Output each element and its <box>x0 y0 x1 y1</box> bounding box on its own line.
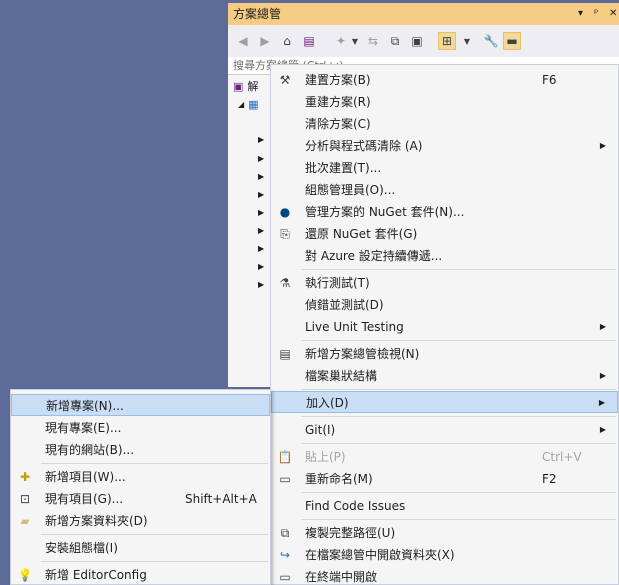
submenu-existing-item[interactable]: ⊡ 現有項目(G)... Shift+Alt+A <box>11 488 270 510</box>
menu-separator <box>301 443 616 444</box>
menu-analyze-code-cleanup[interactable]: 分析與程式碼清除 (A) ▶ <box>271 135 618 157</box>
expand-arrow-icon[interactable]: ▶ <box>258 244 266 254</box>
menu-copy-full-path[interactable]: ⧉ 複製完整路徑(U) <box>271 522 618 544</box>
tree-root-label: 解 <box>247 80 259 93</box>
menu-configuration-manager[interactable]: 組態管理員(O)... <box>271 179 618 201</box>
menu-build-solution[interactable]: ⚒ 建置方案(B) F6 <box>271 69 618 91</box>
panel-title: 方案總管 <box>233 7 282 21</box>
expand-arrow-icon[interactable]: ▶ <box>258 135 266 145</box>
submenu-arrow-icon: ▶ <box>599 425 606 434</box>
menu-open-in-terminal[interactable]: ▭ 在終端中開啟 <box>271 566 618 585</box>
expand-arrow-icon[interactable]: ▶ <box>258 226 266 236</box>
menu-git[interactable]: Git(I) ▶ <box>271 419 618 441</box>
menu-restore-nuget[interactable]: ⎘ 還原 NuGet 套件(G) <box>271 223 618 245</box>
copy-icon: ⧉ <box>280 526 290 540</box>
menu-run-tests[interactable]: ⚗ 執行測試(T) <box>271 272 618 294</box>
menu-separator <box>301 389 616 390</box>
filter-dropdown-icon[interactable]: ▼ <box>346 32 364 50</box>
expand-arrow-icon[interactable]: ▶ <box>258 208 266 218</box>
submenu-new-editorconfig[interactable]: 💡 新增 EditorConfig <box>11 564 270 585</box>
menu-open-folder-explorer[interactable]: ↪ 在檔案總管中開啟資料夾(X) <box>271 544 618 566</box>
solution-icon: ▣ <box>233 79 244 93</box>
paste-icon: 📋 <box>277 450 293 464</box>
tree-view-dropdown-icon[interactable]: ▼ <box>458 32 476 50</box>
submenu-install-config[interactable]: 安裝組態檔(I) <box>11 537 270 559</box>
nuget-icon: ● <box>279 205 291 219</box>
menu-add[interactable]: 加入(D) ▶ <box>271 391 618 413</box>
solution-context-menu: ⚒ 建置方案(B) F6 重建方案(R) 清除方案(C) 分析與程式碼清除 (A… <box>270 64 619 585</box>
menu-batch-build[interactable]: 批次建置(T)... <box>271 157 618 179</box>
menu-separator <box>41 463 268 464</box>
submenu-new-project[interactable]: 新增專案(N)... <box>11 394 270 416</box>
menu-separator <box>301 269 616 270</box>
existing-item-icon: ⊡ <box>19 492 31 506</box>
forward-icon[interactable]: ▶ <box>256 32 274 50</box>
solution-explorer-titlebar: 方案總管 ▾ ᵖ ✕ <box>228 3 619 25</box>
menu-find-code-issues[interactable]: Find Code Issues <box>271 495 618 517</box>
new-item-icon: ✚ <box>19 470 31 484</box>
submenu-existing-website[interactable]: 現有的網站(B)... <box>11 439 270 461</box>
menu-live-unit-testing[interactable]: Live Unit Testing ▶ <box>271 316 618 338</box>
tree-view-icon[interactable]: ⊞ <box>438 32 456 50</box>
menu-rebuild-solution[interactable]: 重建方案(R) <box>271 91 618 113</box>
new-view-icon: ▤ <box>279 347 291 361</box>
expand-arrow-icon[interactable]: ▶ <box>258 172 266 182</box>
preview-selected-icon[interactable]: ▬ <box>503 32 521 50</box>
window-position-dropdown-icon[interactable]: ▾ <box>578 3 583 25</box>
menu-new-explorer-view[interactable]: ▤ 新增方案總管檢視(N) <box>271 343 618 365</box>
submenu-new-item[interactable]: ✚ 新增項目(W)... <box>11 466 270 488</box>
menu-clean-solution[interactable]: 清除方案(C) <box>271 113 618 135</box>
home-icon[interactable]: ⌂ <box>278 32 296 50</box>
menu-separator <box>301 492 616 493</box>
add-submenu: 新增專案(N)... 現有專案(E)... 現有的網站(B)... ✚ 新增項目… <box>10 389 271 585</box>
menu-manage-nuget[interactable]: ● 管理方案的 NuGet 套件(N)... <box>271 201 618 223</box>
open-folder-icon: ↪ <box>279 548 291 562</box>
submenu-arrow-icon: ▶ <box>599 141 606 150</box>
menu-separator <box>41 561 268 562</box>
menu-separator <box>301 519 616 520</box>
project-icon: ▦ <box>248 97 259 111</box>
properties-wrench-icon[interactable]: 🔧 <box>482 32 500 50</box>
menu-paste[interactable]: 📋 貼上(P) Ctrl+V <box>271 446 618 468</box>
menu-debug-tests[interactable]: 偵錯並測試(D) <box>271 294 618 316</box>
pin-icon[interactable]: ᵖ <box>594 3 598 25</box>
sync-icon[interactable]: ⇆ <box>364 32 382 50</box>
show-all-files-icon[interactable]: ▣ <box>408 32 426 50</box>
solution-folder-icon: ▰ <box>20 514 30 528</box>
switch-views-icon[interactable]: ▤ <box>300 32 318 50</box>
lightbulb-icon: 💡 <box>17 568 33 582</box>
test-flask-icon: ⚗ <box>279 276 291 290</box>
expand-arrow-icon[interactable]: ▶ <box>258 154 266 164</box>
menu-separator <box>301 416 616 417</box>
expand-arrow-icon[interactable]: ▶ <box>258 262 266 272</box>
submenu-arrow-icon: ▶ <box>599 322 606 331</box>
expand-arrow-icon[interactable]: ▶ <box>258 280 266 290</box>
menu-file-nesting[interactable]: 檔案巢狀結構 ▶ <box>271 365 618 387</box>
menu-separator <box>41 534 268 535</box>
expanded-triangle-icon: ◢ <box>238 99 245 109</box>
back-icon[interactable]: ◀ <box>234 32 252 50</box>
solution-explorer-toolbar: ◀ ▶ ⌂ ▤ ✦ ▼ ⇆ ⧉ ▣ ⊞ ▼ 🔧 ▬ <box>228 25 619 57</box>
tree-root-row[interactable]: ▣ 解 <box>233 77 258 95</box>
collapse-all-icon[interactable]: ⧉ <box>386 32 404 50</box>
rename-icon: ▭ <box>279 472 291 486</box>
menu-separator <box>301 340 616 341</box>
submenu-arrow-icon: ▶ <box>598 398 605 407</box>
submenu-new-solution-folder[interactable]: ▰ 新增方案資料夾(D) <box>11 510 270 532</box>
submenu-arrow-icon: ▶ <box>599 371 606 380</box>
close-icon[interactable]: ✕ <box>609 3 617 25</box>
expand-arrow-icon[interactable]: ▶ <box>258 190 266 200</box>
menu-azure-continuous-delivery[interactable]: 對 Azure 設定持續傳遞... <box>271 245 618 267</box>
tree-project-row[interactable]: ◢ ▦ <box>238 95 259 113</box>
menu-rename[interactable]: ▭ 重新命名(M) F2 <box>271 468 618 490</box>
terminal-icon: ▭ <box>279 570 291 584</box>
build-icon: ⚒ <box>279 73 291 87</box>
restore-icon: ⎘ <box>280 227 290 241</box>
submenu-existing-project[interactable]: 現有專案(E)... <box>11 417 270 439</box>
